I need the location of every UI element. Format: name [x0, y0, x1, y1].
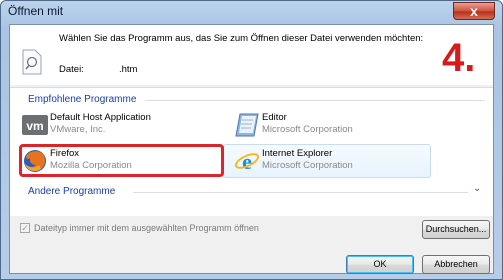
browse-button[interactable]: Durchsuchen... — [422, 220, 490, 239]
program-name: Internet Explorer — [262, 148, 333, 159]
svg-text:vm: vm — [26, 119, 43, 133]
recommended-title: Empfohlene Programme — [28, 94, 137, 105]
close-button[interactable]: x — [453, 2, 495, 20]
cancel-button[interactable]: Abbrechen — [422, 255, 490, 274]
step-marker: 4. — [442, 36, 476, 80]
program-item-editor[interactable]: Editor Microsoft Corporation — [232, 110, 432, 142]
program-company: VMware, Inc. — [50, 124, 106, 135]
section-divider — [133, 192, 468, 193]
program-list: Empfohlene Programme vm Default Host App… — [10, 87, 493, 216]
program-company: Microsoft Corporation — [262, 124, 353, 135]
window-title: Öffnen mit — [8, 4, 64, 18]
dialog-client-area: Wählen Sie das Programm aus, das Sie zum… — [9, 24, 494, 274]
remember-checkbox-label: Dateityp immer mit dem ausgewählten Prog… — [34, 223, 259, 233]
program-company: Microsoft Corporation — [262, 160, 353, 171]
ok-button[interactable]: OK — [346, 255, 414, 274]
program-item-vmware[interactable]: vm Default Host Application VMware, Inc. — [20, 110, 220, 142]
ie-icon: e — [235, 149, 259, 174]
title-bar[interactable]: Öffnen mit x — [1, 1, 502, 23]
instruction-text: Wählen Sie das Programm aus, das Sie zum… — [59, 33, 424, 44]
notepad-icon — [235, 113, 259, 137]
program-name: Default Host Application — [50, 112, 151, 123]
close-icon[interactable]: x — [454, 3, 494, 19]
section-divider — [145, 100, 485, 101]
dialog-header: Wählen Sie das Programm aus, das Sie zum… — [10, 25, 493, 85]
remember-checkbox[interactable]: ✓ — [20, 223, 30, 233]
file-label: Datei: — [59, 64, 84, 75]
svg-text:e: e — [242, 149, 252, 174]
file-extension: .htm — [119, 64, 138, 75]
file-search-icon — [22, 49, 42, 75]
chevron-down-icon[interactable]: ⌄ — [473, 183, 481, 194]
open-with-dialog: Öffnen mit x Wählen Sie das Programm aus… — [0, 0, 503, 280]
other-programs-title: Andere Programme — [28, 186, 116, 197]
program-item-internet-explorer[interactable]: e Internet Explorer Microsoft Corporatio… — [232, 146, 432, 178]
selected-program-highlight — [19, 144, 224, 177]
vmware-icon: vm — [22, 115, 48, 135]
program-name: Editor — [262, 112, 287, 123]
